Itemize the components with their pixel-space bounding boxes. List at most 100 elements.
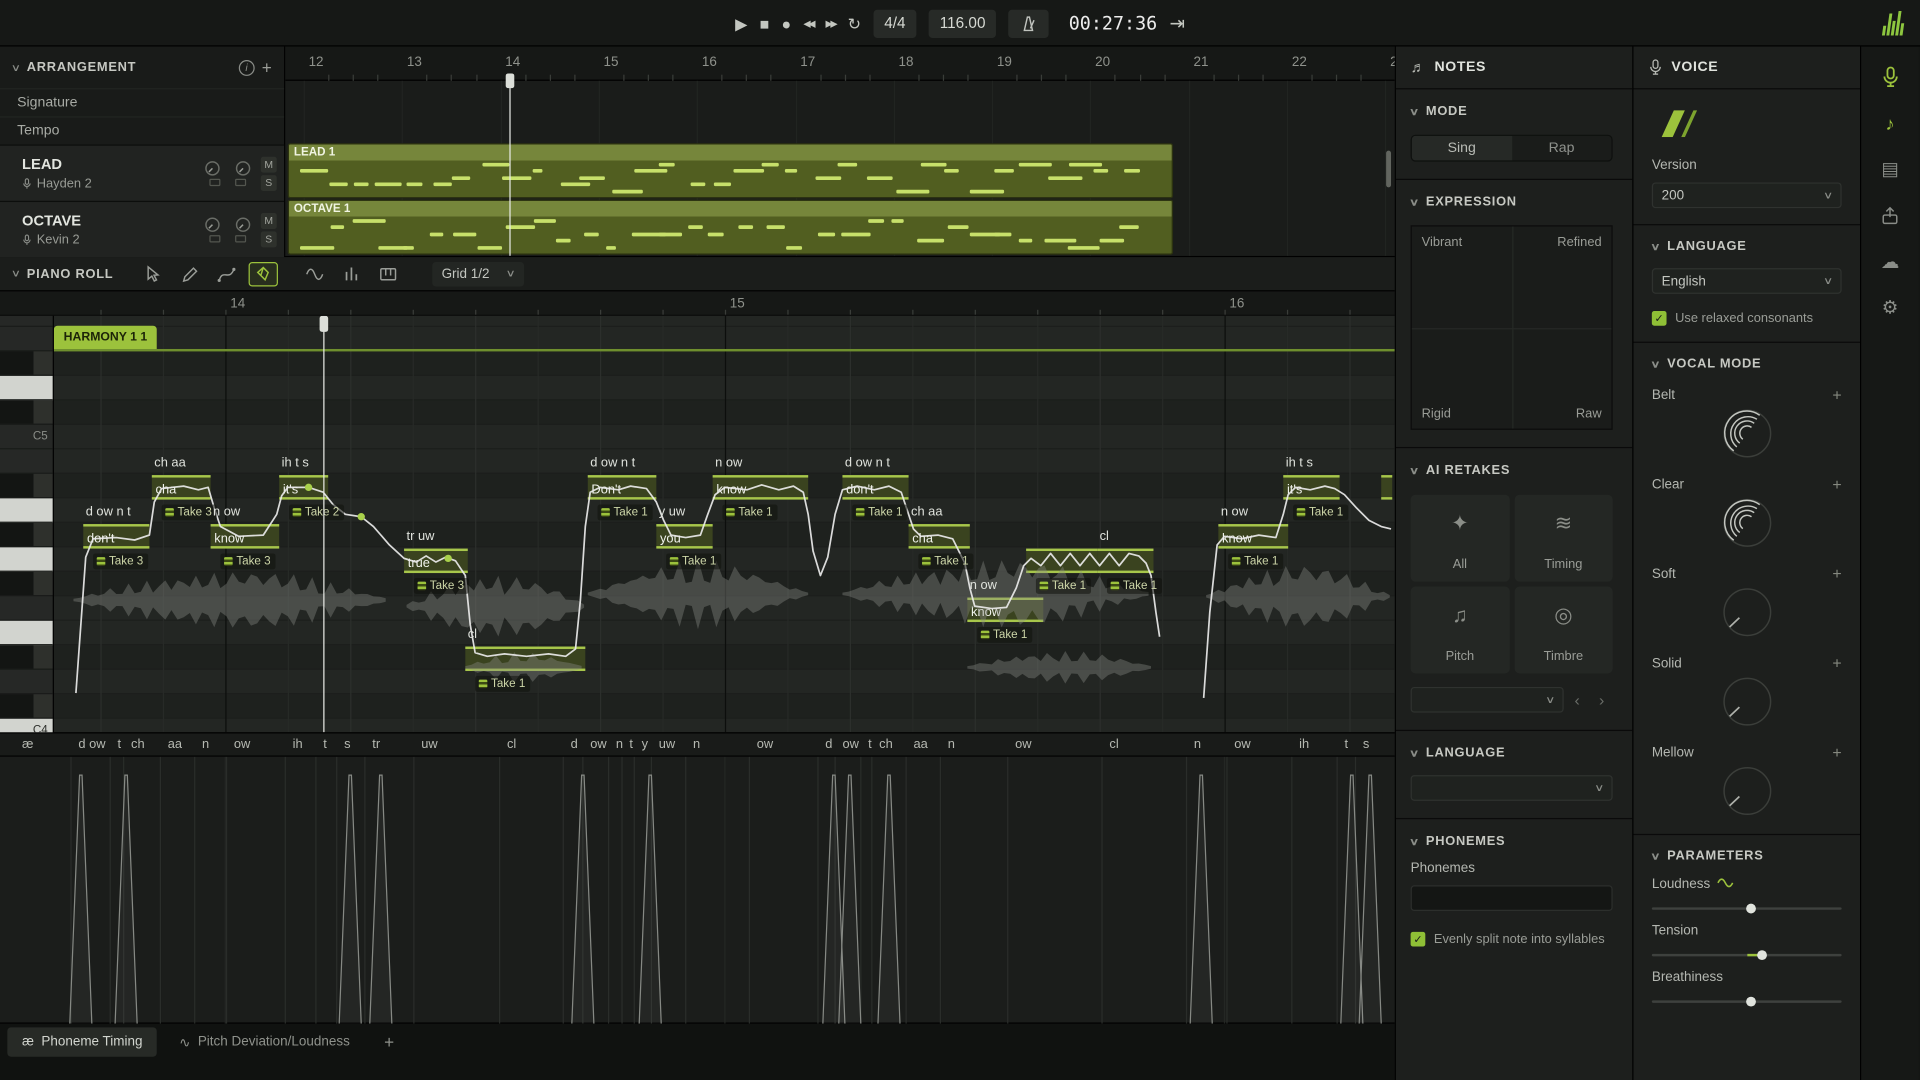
record-button[interactable]: ● <box>782 15 792 31</box>
add-belt-button[interactable]: + <box>1832 386 1841 404</box>
phoneme-label[interactable]: ow <box>590 737 606 752</box>
parameter-slider[interactable] <box>1652 907 1842 909</box>
group-tab[interactable]: HARMONY 1 1 <box>54 326 157 349</box>
export-icon[interactable] <box>1880 206 1901 227</box>
phoneme-label[interactable]: uw <box>421 737 437 752</box>
piano-key-Ds5[interactable] <box>0 351 54 375</box>
piano-key-A4[interactable] <box>0 498 54 522</box>
phoneme-timing-spike[interactable] <box>839 775 861 1024</box>
add-track-button[interactable]: + <box>262 58 272 78</box>
knob-mellow[interactable] <box>1652 764 1842 818</box>
stop-button[interactable]: ■ <box>760 15 770 31</box>
track-mini-toggles[interactable] <box>204 179 251 186</box>
phoneme-label[interactable]: n <box>693 737 700 752</box>
settings-gear-icon[interactable]: ⚙ <box>1882 299 1898 317</box>
phoneme-label[interactable]: n <box>202 737 209 752</box>
phoneme-label[interactable]: æ <box>22 737 33 752</box>
piano-key-Ds4[interactable] <box>0 645 54 669</box>
take-chip[interactable]: Take 1 <box>918 553 973 569</box>
knob-solid[interactable] <box>1652 675 1842 729</box>
piano-roll-note[interactable]: know <box>713 475 809 499</box>
phoneme-label[interactable]: n <box>1194 737 1201 752</box>
add-clear-button[interactable]: + <box>1832 475 1841 493</box>
take-chip[interactable]: Take 1 <box>722 504 777 520</box>
slider-thumb[interactable] <box>1757 950 1767 960</box>
retake-next-button[interactable]: › <box>1591 688 1613 712</box>
arrangement-clip-octave[interactable]: OCTAVE 1 <box>288 200 1173 255</box>
take-chip[interactable]: Take 2 <box>289 504 344 520</box>
piano-roll-note[interactable]: it's <box>279 475 328 499</box>
piano-roll-note[interactable]: don't <box>83 524 149 548</box>
phoneme-label[interactable]: d <box>825 737 832 752</box>
phoneme-label[interactable]: s <box>344 737 350 752</box>
piano-key-Cs5[interactable] <box>0 400 54 424</box>
take-chip[interactable]: Take 1 <box>1293 504 1348 520</box>
fast-forward-button[interactable]: ▸▸ <box>825 16 835 31</box>
phoneme-timing-spike[interactable] <box>1341 775 1363 1024</box>
retake-timbre-button[interactable]: ◎Timbre <box>1514 587 1613 674</box>
take-chip[interactable]: Take 1 <box>1228 553 1283 569</box>
mode-section-header[interactable]: ∨ MODE <box>1411 104 1613 119</box>
tab-pitch-deviation[interactable]: ∿ Pitch Deviation/Loudness <box>164 1027 364 1056</box>
version-select[interactable]: 200 ∨ <box>1652 182 1842 208</box>
mode-sing-button[interactable]: Sing <box>1412 136 1512 160</box>
piano-key-D5[interactable] <box>0 376 54 400</box>
take-chip[interactable]: Take 1 <box>1036 578 1091 594</box>
phoneme-label[interactable]: tr <box>372 737 380 752</box>
phoneme-label[interactable]: ow <box>234 737 250 752</box>
expression-section-header[interactable]: ∨ EXPRESSION <box>1411 195 1613 210</box>
grid-select[interactable]: Grid 1/2 ∨ <box>432 261 524 285</box>
piano-key-C4[interactable]: C4 <box>0 719 54 732</box>
piano-roll-canvas[interactable]: HARMONY 1 1 don'td ow n tTake 3chach aaT… <box>54 316 1395 732</box>
cloud-icon[interactable]: ☁ <box>1881 253 1899 271</box>
chevron-down-icon[interactable]: ∨ <box>11 268 21 279</box>
take-chip[interactable]: Take 3 <box>220 553 275 569</box>
track-octave[interactable]: OCTAVEKevin 2MS <box>0 201 284 257</box>
piano-roll-note[interactable] <box>465 647 585 671</box>
take-chip[interactable]: Take 1 <box>977 627 1032 643</box>
music-note-icon[interactable]: ♪ <box>1885 115 1894 133</box>
mode-rap-button[interactable]: Rap <box>1512 136 1612 160</box>
piano-roll-note[interactable]: know <box>967 598 1043 622</box>
piano-key-D4[interactable] <box>0 670 54 694</box>
phoneme-label[interactable]: n <box>616 737 623 752</box>
score-icon[interactable]: ▤ <box>1881 160 1898 178</box>
tab-phoneme-timing[interactable]: æ Phoneme Timing <box>7 1027 157 1056</box>
piano-roll-note[interactable]: true <box>404 549 468 573</box>
solo-button[interactable]: S <box>261 231 277 247</box>
phoneme-timing-panel[interactable] <box>0 757 1395 1024</box>
solo-button[interactable]: S <box>261 174 277 190</box>
add-panel-tab-button[interactable]: + <box>384 1032 394 1052</box>
phoneme-label[interactable]: cl <box>507 737 516 752</box>
retake-all-button[interactable]: ✦All <box>1411 495 1510 582</box>
parameters-header[interactable]: ∨ PARAMETERS <box>1652 849 1842 864</box>
mute-button[interactable]: M <box>261 156 277 172</box>
piano-roll-note[interactable]: know <box>211 524 280 548</box>
piano-roll-note[interactable] <box>1097 549 1153 573</box>
phoneme-label[interactable]: d ow <box>78 737 105 752</box>
add-solid-button[interactable]: + <box>1832 654 1841 672</box>
piano-view-tool-icon[interactable] <box>373 261 402 285</box>
select-tool-icon[interactable] <box>138 261 167 285</box>
phoneme-label[interactable]: y <box>642 737 648 752</box>
phoneme-label[interactable]: aa <box>913 737 927 752</box>
phoneme-timing-spike[interactable] <box>70 775 92 1024</box>
phoneme-timing-spike[interactable] <box>878 775 900 1024</box>
phoneme-label[interactable]: n <box>948 737 955 752</box>
expression-pad[interactable]: Vibrant Refined Rigid Raw <box>1411 225 1613 429</box>
phoneme-timing-spike[interactable] <box>115 775 137 1024</box>
phoneme-label[interactable]: d <box>571 737 578 752</box>
piano-roll-note[interactable]: cha <box>152 475 211 499</box>
phoneme-label[interactable]: ow <box>842 737 858 752</box>
curve-tool-icon[interactable] <box>211 261 240 285</box>
chevron-down-icon[interactable]: ∨ <box>11 62 21 73</box>
goto-end-button[interactable]: ⇥ <box>1169 14 1184 32</box>
volume-pan-knobs[interactable] <box>204 217 251 233</box>
phoneme-label[interactable]: ch <box>131 737 145 752</box>
retake-timing-button[interactable]: ≋Timing <box>1514 495 1613 582</box>
phoneme-label[interactable]: ow <box>1234 737 1250 752</box>
phonemes-section-header[interactable]: ∨ PHONEMES <box>1411 834 1613 849</box>
vibrato-tool-icon[interactable] <box>300 261 329 285</box>
scrollbar-thumb[interactable] <box>1386 151 1391 188</box>
piano-key-C5[interactable]: C5 <box>0 425 54 449</box>
